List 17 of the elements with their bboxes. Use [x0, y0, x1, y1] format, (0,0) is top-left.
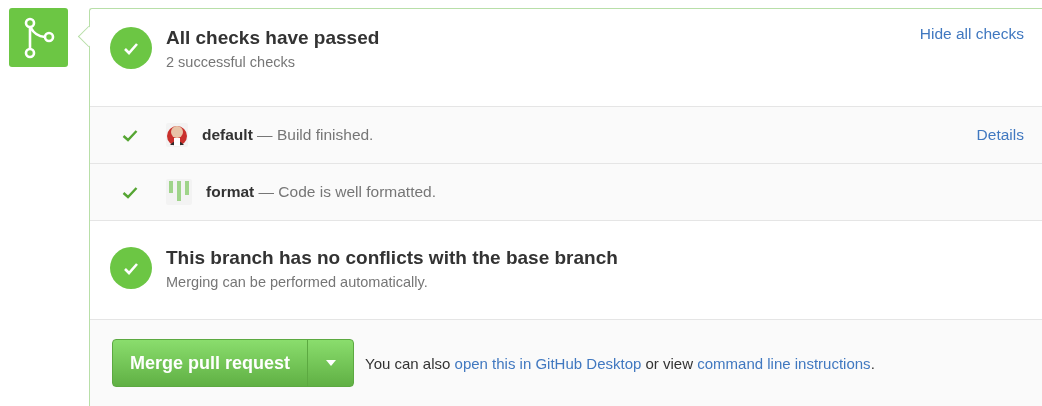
avatar-icon: [166, 123, 188, 147]
hide-checks-link[interactable]: Hide all checks: [919, 25, 1024, 43]
checks-summary: 2 successful checks: [166, 54, 296, 70]
branch-status-text: Merging can be performed automatically.: [166, 273, 429, 290]
merge-branch-icon: [9, 8, 68, 67]
check-status: default — Build finished.: [202, 126, 375, 144]
details-link[interactable]: Details: [976, 126, 1024, 144]
merge-hint: You can also open this in GitHub Desktop or view command line instructions.: [365, 354, 875, 372]
hint-link[interactable]: open this in GitHub Desktop: [454, 354, 642, 372]
branch-status-title: This branch has no conflicts with the base branch: [166, 246, 619, 269]
success-check-icon: [110, 27, 152, 69]
caret-icon: [325, 360, 336, 366]
check-status: format — Code is well formatted.: [206, 183, 437, 201]
success-check-icon: [110, 247, 152, 289]
checks-title: All checks have passed: [166, 27, 381, 49]
bars-icon: [166, 179, 192, 205]
hint-link[interactable]: command line instructions: [697, 354, 871, 372]
